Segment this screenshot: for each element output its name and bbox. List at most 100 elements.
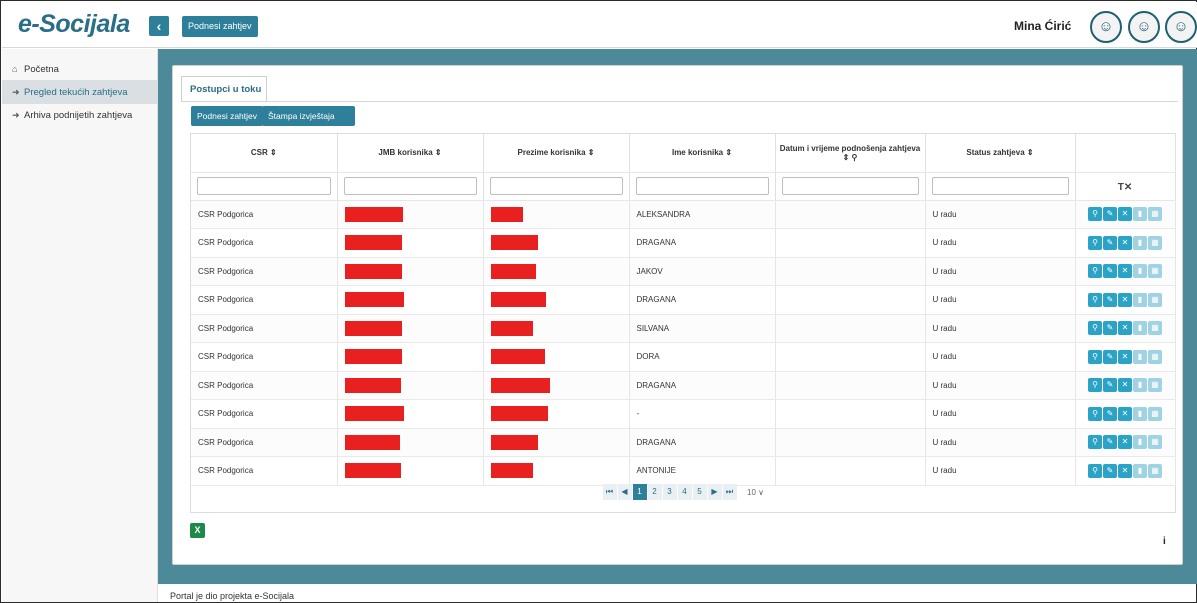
filter-input-3[interactable] (635, 177, 769, 195)
search-icon[interactable]: ⚲ (1088, 463, 1102, 478)
cell-csr: CSR Podgorica (191, 228, 338, 258)
delete-icon[interactable]: ✕ (1118, 207, 1132, 222)
excel-export-icon[interactable]: X (190, 523, 205, 538)
role-icon-1[interactable]: ☺ (1090, 11, 1122, 43)
column-header-4[interactable]: Datum i vrijeme podnošenja zahtjeva ⇕ ⚲ (775, 134, 926, 173)
document-icon[interactable]: ▮ (1133, 207, 1147, 222)
page-3-button[interactable]: 3 (662, 484, 677, 500)
filter-input-2[interactable] (489, 177, 623, 195)
delete-icon[interactable]: ✕ (1118, 406, 1132, 421)
search-icon[interactable]: ⚲ (1088, 292, 1102, 307)
calendar-icon[interactable]: ▦ (1148, 207, 1162, 222)
page-1-button[interactable]: 1 (632, 484, 647, 500)
search-icon[interactable]: ⚲ (1088, 321, 1102, 336)
edit-icon[interactable]: ✎ (1103, 321, 1117, 336)
edit-icon[interactable]: ✎ (1103, 207, 1117, 222)
column-header-5[interactable]: Status zahtjeva ⇕ (925, 134, 1076, 173)
delete-icon[interactable]: ✕ (1118, 264, 1132, 279)
filter-input-4[interactable] (781, 177, 919, 195)
last-page-button[interactable]: ⏭ (722, 484, 737, 500)
sidebar-item-0[interactable]: ⌂ Početna (2, 57, 158, 81)
document-icon[interactable]: ▮ (1133, 264, 1147, 279)
page-2-button[interactable]: 2 (647, 484, 662, 500)
document-icon[interactable]: ▮ (1133, 435, 1147, 450)
table-row[interactable]: CSR Podgorica DRAGANA U radu ⚲ ✎ ✕ ▮ ▦ (191, 428, 1176, 457)
filter-input-5[interactable] (931, 177, 1069, 195)
calendar-icon[interactable]: ▦ (1148, 235, 1162, 250)
delete-icon[interactable]: ✕ (1118, 349, 1132, 364)
page-size-select[interactable]: 10 ∨ (747, 488, 764, 497)
search-icon[interactable]: ⚲ (1088, 349, 1102, 364)
search-icon[interactable]: ⚲ (1088, 378, 1102, 393)
role-icon-3[interactable]: ☺ (1165, 11, 1197, 43)
print-report-dropdown[interactable]: Štampa izvještaja ∨ (262, 106, 355, 141)
calendar-icon[interactable]: ▦ (1148, 463, 1162, 478)
submit-request-button[interactable]: Podnesi zahtjev (191, 106, 264, 126)
edit-icon[interactable]: ✎ (1103, 292, 1117, 307)
filter-input-1[interactable] (343, 177, 477, 195)
table-row[interactable]: CSR Podgorica ALEKSANDRA U radu ⚲ ✎ ✕ ▮ ▦ (191, 200, 1176, 229)
table-row[interactable]: CSR Podgorica DORA U radu ⚲ ✎ ✕ ▮ ▦ (191, 342, 1176, 372)
filter-input-0[interactable] (197, 177, 331, 195)
document-icon[interactable]: ▮ (1133, 406, 1147, 421)
prev-page-button[interactable]: ◀ (617, 484, 632, 500)
next-page-button[interactable]: ▶ (707, 484, 722, 500)
document-icon[interactable]: ▮ (1133, 349, 1147, 364)
edit-icon[interactable]: ✎ (1103, 235, 1117, 250)
calendar-icon[interactable]: ▦ (1148, 406, 1162, 421)
app-logo[interactable]: e-Socijala (18, 10, 130, 39)
table-row[interactable]: CSR Podgorica - U radu ⚲ ✎ ✕ ▮ ▦ (191, 399, 1176, 429)
page-5-button[interactable]: 5 (692, 484, 707, 500)
document-icon[interactable]: ▮ (1133, 235, 1147, 250)
first-page-button[interactable]: ⏮ (602, 484, 617, 500)
search-icon[interactable]: ⚲ (1088, 235, 1102, 250)
page-4-button[interactable]: 4 (677, 484, 692, 500)
sidebar-item-2[interactable]: ➜ Arhiva podnijetih zahtjeva (2, 103, 158, 127)
delete-icon[interactable]: ✕ (1118, 235, 1132, 250)
edit-icon[interactable]: ✎ (1103, 349, 1117, 364)
table-row[interactable]: CSR Podgorica SILVANA U radu ⚲ ✎ ✕ ▮ ▦ (191, 314, 1176, 343)
table-row[interactable]: CSR Podgorica DRAGANA U radu ⚲ ✎ ✕ ▮ ▦ (191, 285, 1176, 315)
delete-icon[interactable]: ✕ (1118, 435, 1132, 450)
tab-postupci-u-toku[interactable]: Postupci u toku (181, 76, 267, 102)
sidebar-collapse-button[interactable]: ‹ (149, 16, 169, 36)
top-submit-request-button[interactable]: Podnesi zahtjev (182, 16, 258, 37)
table-row[interactable]: CSR Podgorica DRAGANA U radu ⚲ ✎ ✕ ▮ ▦ (191, 371, 1176, 400)
table-row[interactable]: CSR Podgorica DRAGANA U radu ⚲ ✎ ✕ ▮ ▦ (191, 228, 1176, 258)
role-icon-2[interactable]: ☺ (1128, 11, 1160, 43)
column-header-1[interactable]: JMB korisnika ⇕ (337, 134, 484, 173)
calendar-icon[interactable]: ▦ (1148, 264, 1162, 279)
edit-icon[interactable]: ✎ (1103, 406, 1117, 421)
delete-icon[interactable]: ✕ (1118, 321, 1132, 336)
column-header-0[interactable]: CSR ⇕ (191, 134, 338, 173)
column-header-2[interactable]: Prezime korisnika ⇕ (483, 134, 630, 173)
calendar-icon[interactable]: ▦ (1148, 349, 1162, 364)
delete-icon[interactable]: ✕ (1118, 378, 1132, 393)
edit-icon[interactable]: ✎ (1103, 378, 1117, 393)
document-icon[interactable]: ▮ (1133, 292, 1147, 307)
sidebar-item-1[interactable]: ➜ Pregled tekućih zahtjeva (2, 80, 158, 104)
edit-icon[interactable]: ✎ (1103, 435, 1117, 450)
search-icon[interactable]: ⚲ (1088, 264, 1102, 279)
calendar-icon[interactable]: ▦ (1148, 321, 1162, 336)
document-icon[interactable]: ▮ (1133, 378, 1147, 393)
column-header-3[interactable]: Ime korisnika ⇕ (629, 134, 776, 173)
cell-datum (775, 228, 926, 258)
calendar-icon[interactable]: ▦ (1148, 435, 1162, 450)
search-icon[interactable]: ⚲ (1088, 207, 1102, 222)
column-header-6[interactable] (1075, 134, 1176, 173)
edit-icon[interactable]: ✎ (1103, 264, 1117, 279)
search-icon[interactable]: ⚲ (1088, 406, 1102, 421)
calendar-icon[interactable]: ▦ (1148, 292, 1162, 307)
info-icon[interactable]: i (1163, 536, 1166, 547)
document-icon[interactable]: ▮ (1133, 321, 1147, 336)
document-icon[interactable]: ▮ (1133, 463, 1147, 478)
edit-icon[interactable]: ✎ (1103, 463, 1117, 478)
table-row[interactable]: CSR Podgorica ANTONIJE U radu ⚲ ✎ ✕ ▮ ▦ (191, 456, 1176, 486)
calendar-icon[interactable]: ▦ (1148, 378, 1162, 393)
table-row[interactable]: CSR Podgorica JAKOV U radu ⚲ ✎ ✕ ▮ ▦ (191, 257, 1176, 286)
delete-icon[interactable]: ✕ (1118, 292, 1132, 307)
delete-icon[interactable]: ✕ (1118, 463, 1132, 478)
search-icon[interactable]: ⚲ (1088, 435, 1102, 450)
clear-filters-icon[interactable]: T✕ (1118, 182, 1133, 193)
